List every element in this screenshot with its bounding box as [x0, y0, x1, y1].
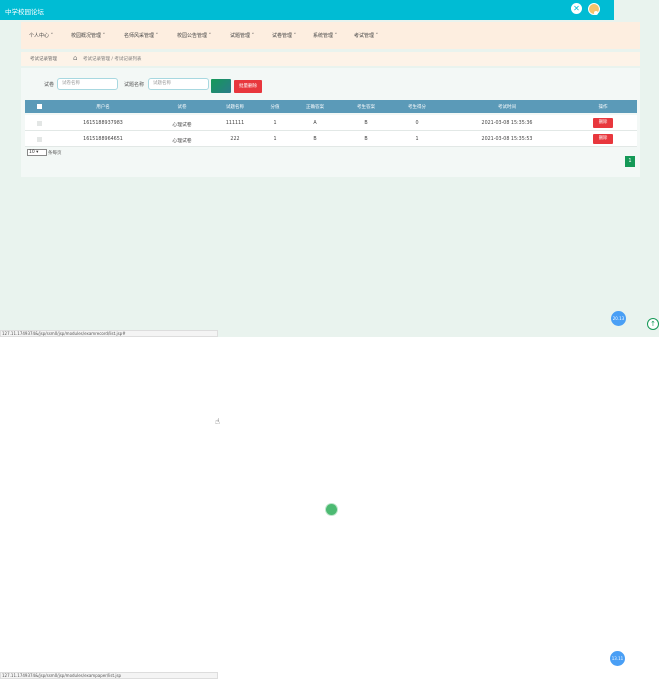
batch-delete-button[interactable]: 批量删除 [234, 80, 262, 93]
col-correct: 正确答案 [306, 105, 324, 110]
col-question: 试题名称 [226, 105, 244, 110]
app-screen: 中学校园论坛 ✕ 个人中心 ˅ 校园概况管理 ˅ 名师风采管理 ˅ 校园公告管理… [0, 0, 659, 337]
home-icon[interactable]: ⌂ [73, 54, 77, 62]
cell-got: 0 [415, 121, 419, 126]
col-paper: 试卷 [177, 105, 187, 110]
cell-answer: B [364, 137, 368, 142]
breadcrumb: 考试记录管理 ⌂ 考试记录管理 / 考试记录列表 [21, 52, 640, 66]
col-got: 考生得分 [408, 105, 426, 110]
top-header: 中学校园论坛 ✕ [0, 0, 614, 20]
nav-item-questions[interactable]: 试题管理 ˅ [230, 32, 254, 39]
avatar[interactable] [588, 3, 600, 15]
cell-username: 1615188937983 [83, 121, 123, 126]
cell-score: 1 [273, 137, 277, 142]
nav-item-campus[interactable]: 校园概况管理 ˅ [71, 32, 105, 39]
row-checkbox[interactable] [37, 137, 42, 142]
paper-search-input[interactable]: 试卷名称 [57, 78, 118, 90]
nav-item-teachers[interactable]: 名师风采管理 ˅ [124, 32, 158, 39]
col-action: 操作 [598, 105, 608, 110]
cell-time: 2021-03-08 15:35:53 [481, 137, 533, 142]
cell-paper: 心理试卷 [172, 139, 192, 144]
nav-item-system[interactable]: 系统管理 ˅ [313, 32, 337, 39]
select-all-checkbox[interactable] [37, 104, 42, 109]
cell-time: 2021-03-08 15:35:36 [481, 121, 533, 126]
cell-correct: A [313, 121, 317, 126]
col-time: 考试时间 [498, 105, 516, 110]
floating-chat-button[interactable]: 20.13 [611, 311, 626, 326]
col-score: 分值 [270, 105, 280, 110]
status-bar-url: 127.11.1749374&/jsp/ssm0/jsp/modules/exa… [0, 330, 218, 337]
cell-username: 1615188964651 [83, 137, 123, 142]
cell-score: 1 [273, 121, 277, 126]
app-title: 中学校园论坛 [5, 8, 44, 16]
question-search-input[interactable]: 试题名称 [148, 78, 209, 90]
page-button-current[interactable]: 1 [625, 156, 635, 167]
table-row: 1615188964651 心理试卷 222 1 B B 1 2021-03-0… [25, 131, 637, 147]
loading-spinner-icon [326, 504, 337, 515]
breadcrumb-current: 考试记录管理 [30, 57, 57, 62]
delete-button[interactable]: 删除 [593, 134, 613, 144]
cell-answer: B [364, 121, 368, 126]
nav-item-exams[interactable]: 考试管理 ˅ [354, 32, 378, 39]
per-page-label: 条每页 [48, 151, 62, 156]
cell-paper: 心理试卷 [172, 123, 192, 128]
hand-cursor-icon: ☝ [215, 417, 220, 426]
nav-item-notices[interactable]: 校园公告管理 ˅ [177, 32, 211, 39]
paper-filter-label: 试卷 [44, 82, 55, 88]
table-header: 用户名 试卷 试题名称 分值 正确答案 考生答案 考生得分 考试时间 操作 [25, 100, 637, 113]
col-username: 用户名 [96, 105, 110, 110]
search-button[interactable] [211, 79, 231, 93]
page-size-select[interactable]: 10 ▾ [27, 149, 47, 156]
table-row: 1615188937983 心理试卷 111111 1 A B 0 2021-0… [25, 115, 637, 131]
floating-chat-button-bottom[interactable]: 13.11 [610, 651, 625, 666]
back-to-top-icon[interactable]: ↑ [647, 318, 659, 330]
cell-correct: B [313, 137, 317, 142]
cell-question: 222 [230, 137, 240, 142]
main-nav: 个人中心 ˅ 校园概况管理 ˅ 名师风采管理 ˅ 校园公告管理 ˅ 试题管理 ˅… [21, 22, 640, 49]
nav-item-personal[interactable]: 个人中心 ˅ [29, 32, 53, 39]
close-icon[interactable]: ✕ [571, 3, 582, 14]
nav-item-papers[interactable]: 试卷管理 ˅ [272, 32, 296, 39]
cell-question: 111111 [225, 121, 245, 126]
cell-got: 1 [415, 137, 419, 142]
breadcrumb-path[interactable]: 考试记录管理 / 考试记录列表 [83, 56, 141, 62]
status-bar-url-bottom: 127.11.1749374&/jsp/ssm0/jsp/modules/exa… [0, 672, 218, 679]
col-answer: 考生答案 [357, 105, 375, 110]
delete-button[interactable]: 删除 [593, 118, 613, 128]
row-checkbox[interactable] [37, 121, 42, 126]
question-filter-label: 试题名称 [124, 82, 145, 88]
